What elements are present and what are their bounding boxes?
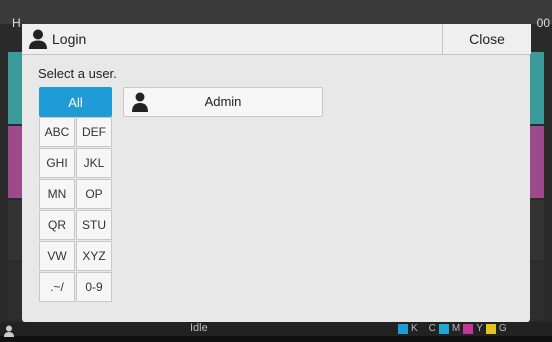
user-status-icon	[4, 324, 14, 342]
toner-k-label: K	[411, 323, 418, 334]
filter-row: .~/ 0-9	[39, 272, 113, 303]
login-dialog: Login Close Select a user. All ABC DEF G…	[22, 24, 531, 322]
toner-levels: K C M Y G	[398, 323, 507, 334]
toner-g-label: G	[498, 323, 507, 334]
toner-k-swatch	[398, 323, 408, 334]
filter-def-button[interactable]: DEF	[76, 117, 112, 147]
filter-row: ABC DEF	[39, 117, 113, 148]
filter-mn-button[interactable]: MN	[39, 179, 75, 209]
select-user-prompt: Select a user.	[38, 66, 117, 81]
background-corner-text-right: 00	[536, 16, 550, 30]
filter-numbers-button[interactable]: 0-9	[76, 272, 112, 302]
dialog-title: Login	[52, 31, 87, 47]
filter-grid: ABC DEF GHI JKL MN OP QR STU VW XYZ .~/ …	[39, 117, 113, 303]
filter-row: GHI JKL	[39, 148, 113, 179]
background-corner-text-left: H	[12, 16, 21, 30]
filter-op-button[interactable]: OP	[76, 179, 112, 209]
toner-m-label: M	[451, 323, 461, 334]
user-card-admin[interactable]: Admin	[123, 87, 323, 117]
filter-xyz-button[interactable]: XYZ	[76, 241, 112, 271]
toner-c-label: C	[428, 323, 436, 334]
filter-qr-button[interactable]: QR	[39, 210, 75, 240]
filter-symbols-button[interactable]: .~/	[39, 272, 75, 302]
toner-y-swatch	[485, 323, 496, 334]
user-icon	[29, 29, 47, 54]
status-text: Idle	[190, 322, 208, 334]
filter-row: MN OP	[39, 179, 113, 210]
toner-c-swatch	[438, 323, 449, 334]
dialog-titlebar: Login Close	[22, 24, 531, 55]
filter-jkl-button[interactable]: JKL	[76, 148, 112, 178]
filter-row: QR STU	[39, 210, 113, 241]
filter-all-button[interactable]: All	[39, 87, 112, 117]
filter-vw-button[interactable]: VW	[39, 241, 75, 271]
background-topbar	[0, 0, 552, 24]
toner-m-swatch	[463, 323, 474, 334]
filter-ghi-button[interactable]: GHI	[39, 148, 75, 178]
filter-row: VW XYZ	[39, 241, 113, 272]
filter-abc-button[interactable]: ABC	[39, 117, 75, 147]
close-button[interactable]: Close	[442, 24, 531, 54]
user-name: Admin	[204, 94, 242, 109]
toner-y-label: Y	[476, 323, 483, 334]
filter-stu-button[interactable]: STU	[76, 210, 112, 240]
